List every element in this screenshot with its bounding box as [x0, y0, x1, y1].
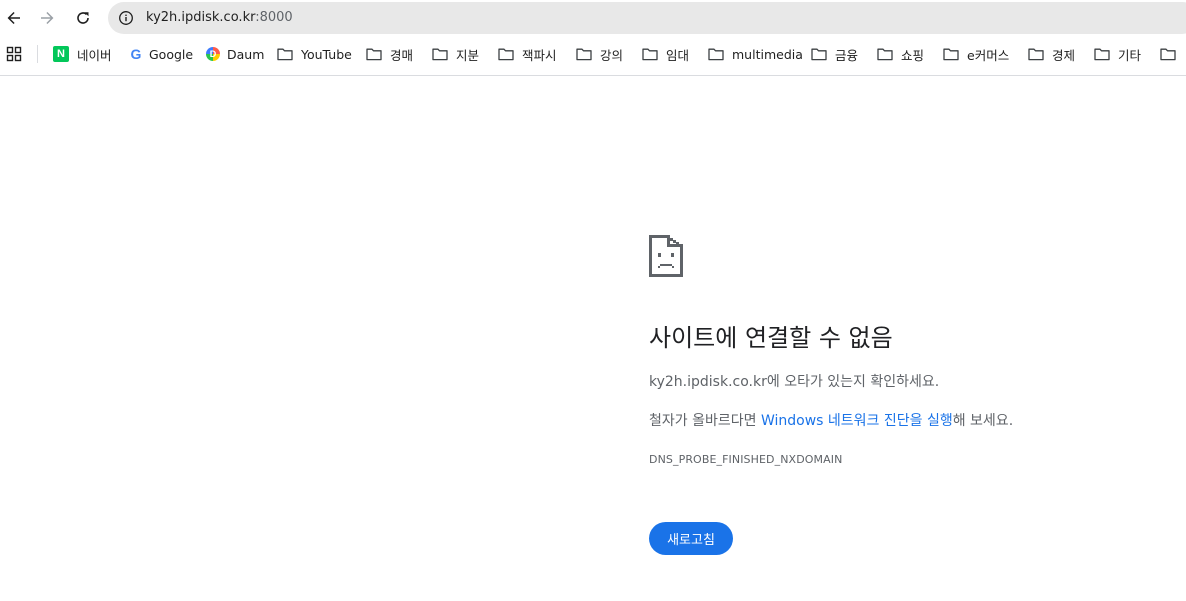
arrow-right-icon — [41, 12, 54, 24]
bookmark-folder-youtube[interactable]: YouTube — [277, 43, 352, 65]
reload-icon — [77, 12, 89, 24]
daum-icon: D — [205, 46, 221, 62]
folder-icon — [1160, 46, 1176, 62]
folder-icon — [943, 46, 959, 62]
error-diagnostics-hint: 철자가 올바르다면 Windows 네트워크 진단을 실행해 보세요. — [649, 411, 1013, 431]
bookmark-label: Daum — [227, 46, 265, 62]
bookmark-folder-economy[interactable]: 경제 — [1028, 43, 1075, 65]
bookmark-label: 금융 — [835, 47, 859, 63]
apps-grid-icon[interactable] — [6, 46, 22, 62]
bookmark-label: 임대 — [666, 47, 690, 63]
folder-icon — [708, 46, 724, 62]
bookmark-label: 네이버 — [77, 47, 112, 63]
url-host: ky2h.ipdisk.co.kr — [146, 10, 256, 25]
folder-icon — [366, 46, 382, 62]
error-title: 사이트에 연결할 수 없음 — [649, 324, 893, 352]
folder-icon — [432, 46, 448, 62]
naver-icon: N — [53, 46, 69, 62]
url-port: :8000 — [255, 10, 293, 25]
google-icon: G — [130, 46, 142, 62]
bookmark-label: 기타 — [1118, 47, 1142, 63]
bookmark-folder-etc[interactable]: 기타 — [1094, 43, 1141, 65]
folder-icon — [1028, 46, 1044, 62]
bookmark-folder-lease[interactable]: 임대 — [642, 43, 689, 65]
network-diagnostics-link[interactable]: Windows 네트워크 진단을 실행 — [761, 413, 953, 429]
bookmark-label: 강의 — [600, 47, 624, 63]
bookmark-label: 지분 — [456, 47, 480, 63]
folder-icon — [576, 46, 592, 62]
folder-icon — [877, 46, 893, 62]
error-host: ky2h.ipdisk.co.kr — [649, 374, 767, 390]
folder-icon — [277, 46, 293, 62]
folder-icon — [642, 46, 658, 62]
bookmark-label: 잭파시 — [522, 47, 557, 63]
arrow-left-icon — [7, 12, 20, 24]
info-icon[interactable] — [117, 9, 135, 27]
toolbar-divider — [0, 75, 1186, 76]
forward-button[interactable] — [33, 4, 61, 32]
bookmark-folder-ecommerce[interactable]: e커머스 — [943, 43, 1009, 65]
bookmark-folder-shopping[interactable]: 쇼핑 — [877, 43, 924, 65]
bookmark-label: 쇼핑 — [901, 47, 925, 63]
error-typo-text: 에 오타가 있는지 확인하세요. — [766, 374, 940, 390]
bookmark-folder-overflow[interactable] — [1160, 43, 1184, 65]
address-bar[interactable]: ky2h.ipdisk.co.kr:8000 — [108, 2, 1186, 34]
error-code: DNS_PROBE_FINISHED_NXDOMAIN — [649, 453, 843, 466]
bookmark-folder-multimedia[interactable]: multimedia — [708, 43, 803, 65]
bookmarks-bar: N 네이버 G Google D Daum YouTube 경매 지분 잭파시 … — [0, 40, 1186, 68]
bookmark-label: multimedia — [732, 46, 803, 62]
bookmark-google[interactable]: G Google — [128, 43, 194, 65]
diagnostics-prefix: 철자가 올바르다면 — [649, 413, 761, 429]
bookmark-folder-share[interactable]: 지분 — [432, 43, 479, 65]
folder-icon — [811, 46, 827, 62]
diagnostics-suffix: 해 보세요. — [952, 413, 1014, 429]
reload-page-button[interactable]: 새로고침 — [649, 522, 733, 555]
bookmarks-separator — [37, 45, 38, 63]
bookmark-folder-auction[interactable]: 경매 — [366, 43, 413, 65]
bookmark-label: 경매 — [390, 47, 414, 63]
bookmark-folder-finance[interactable]: 금융 — [811, 43, 858, 65]
bookmark-label: Google — [149, 46, 194, 62]
error-typo-hint: ky2h.ipdisk.co.kr에 오타가 있는지 확인하세요. — [649, 372, 939, 392]
folder-icon — [498, 46, 514, 62]
url-text[interactable]: ky2h.ipdisk.co.kr:8000 — [146, 10, 293, 26]
bookmark-label: e커머스 — [967, 47, 1010, 63]
bookmark-folder-lecture[interactable]: 강의 — [576, 43, 623, 65]
bookmark-daum[interactable]: D Daum — [205, 43, 264, 65]
folder-icon — [1094, 46, 1110, 62]
reload-button[interactable] — [69, 4, 97, 32]
bookmark-folder-jackpasi[interactable]: 잭파시 — [498, 43, 557, 65]
bookmark-label: YouTube — [301, 46, 352, 62]
back-button[interactable] — [0, 4, 28, 32]
browser-toolbar: ky2h.ipdisk.co.kr:8000 — [0, 0, 1186, 36]
sad-page-icon — [649, 235, 683, 277]
bookmark-label: 경제 — [1052, 47, 1076, 63]
bookmark-naver[interactable]: N 네이버 — [53, 43, 112, 65]
